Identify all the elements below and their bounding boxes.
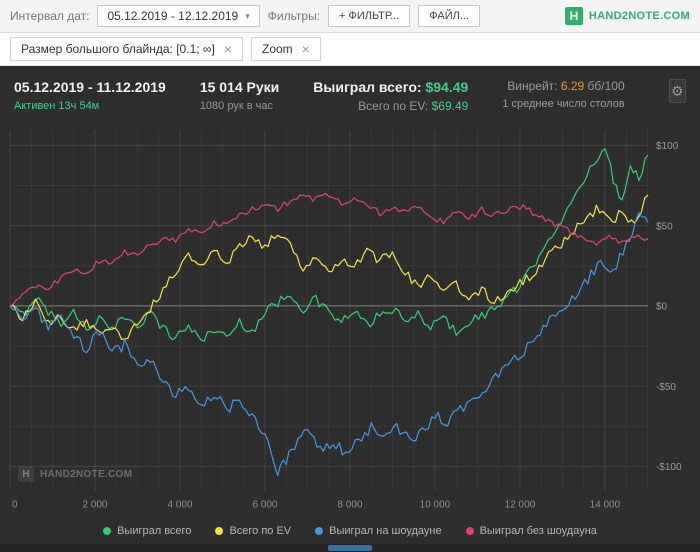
y-axis-tick-label: $50 xyxy=(656,221,673,232)
ev-total-label: Всего по EV: xyxy=(358,99,429,113)
hands-count: 15 014 Руки xyxy=(199,79,280,95)
results-panel: 05.12.2019 - 11.12.2019 Активен 13ч 54м … xyxy=(0,66,700,552)
ev-total-value: $69.49 xyxy=(431,99,469,113)
x-axis-tick-label: 8 000 xyxy=(337,499,362,510)
stat-winrate: Винрейт: 6.29 бб/100 1 среднее число сто… xyxy=(502,79,624,110)
avg-tables: 1 среднее число столов xyxy=(502,98,625,110)
ev-total-line: Всего по EV: $69.49 xyxy=(313,99,468,113)
stat-winnings: Выиграл всего: $94.49 Всего по EV: $69.4… xyxy=(313,79,468,113)
add-filter-button[interactable]: + ФИЛЬТР... xyxy=(328,5,411,27)
hand2note-app: Интервал дат: 05.12.2019 - 12.12.2019 ▾ … xyxy=(0,0,700,552)
stat-hands: 15 014 Руки 1080 рук в час xyxy=(200,79,279,112)
y-axis-tick-label: -$100 xyxy=(656,462,682,473)
chevron-down-icon: ▾ xyxy=(245,10,250,21)
horizontal-scrollbar[interactable] xyxy=(0,544,700,552)
date-interval-label: Интервал дат: xyxy=(10,9,90,23)
x-axis-tick-label: 12 000 xyxy=(505,499,536,510)
watermark-text: HAND2NOTE.COM xyxy=(40,468,133,480)
close-icon[interactable]: × xyxy=(224,42,232,56)
chart-legend: Выиграл всего Всего по EV Выиграл на шоуда… xyxy=(0,520,700,544)
winrate-line: Винрейт: 6.29 бб/100 xyxy=(502,79,624,93)
legend-label: Выиграл на шоудауне xyxy=(329,525,442,537)
winrate-units: бб/100 xyxy=(587,79,625,93)
filter-chip-label: Zoom xyxy=(261,42,293,56)
y-axis-tick-label: $100 xyxy=(656,141,678,152)
active-time: Активен 13ч 54м xyxy=(14,100,100,112)
x-axis-tick-label: 4 000 xyxy=(167,499,192,510)
scrollbar-thumb[interactable] xyxy=(328,545,372,551)
won-total-label: Выиграл всего: xyxy=(313,79,422,95)
chart-area: 0 2 000 4 000 6 000 8 000 10 000 12 000 14 000 $… xyxy=(8,123,692,520)
hand2note-watermark-logo-icon: H xyxy=(18,466,34,482)
legend-label: Выиграл без шоудауна xyxy=(479,525,597,537)
close-icon[interactable]: × xyxy=(302,42,310,56)
legend-label: Всего по EV xyxy=(229,525,292,537)
legend-item[interactable]: Выиграл на шоудауне xyxy=(315,525,442,537)
legend-dot-icon xyxy=(103,527,112,535)
date-range-select[interactable]: 05.12.2019 - 12.12.2019 ▾ xyxy=(97,5,260,27)
legend-dot-icon xyxy=(465,527,474,535)
filter-chip[interactable]: Размер большого блайнда: [0.1; ∞] × xyxy=(10,37,243,61)
legend-item[interactable]: Всего по EV xyxy=(215,525,291,537)
brand-text: HAND2NOTE.COM xyxy=(588,10,690,22)
y-axis-tick-label: -$50 xyxy=(656,382,676,393)
legend-item[interactable]: Выиграл всего xyxy=(103,525,191,537)
x-axis-tick-label: 6 000 xyxy=(252,499,277,510)
y-axis-tick-label: $0 xyxy=(656,301,667,312)
hand2note-logo-icon: H xyxy=(564,7,583,25)
file-button[interactable]: ФАЙЛ... xyxy=(418,5,481,27)
legend-dot-icon xyxy=(215,527,224,535)
period-range: 05.12.2019 - 11.12.2019 xyxy=(14,79,166,95)
chart-watermark: H HAND2NOTE.COM xyxy=(18,466,132,482)
winrate-value: 6.29 xyxy=(560,79,585,93)
won-total-line: Выиграл всего: $94.49 xyxy=(313,79,468,95)
winnings-chart[interactable]: 0 2 000 4 000 6 000 8 000 10 000 12 000 14 000 $… xyxy=(8,123,692,520)
filters-label: Фильтры: xyxy=(267,9,321,23)
filter-chip[interactable]: Zoom × xyxy=(250,37,321,61)
toolbar: Интервал дат: 05.12.2019 - 12.12.2019 ▾ … xyxy=(0,0,700,33)
filter-chips-row: Размер большого блайнда: [0.1; ∞] × Zoom × xyxy=(0,33,700,66)
legend-label: Выиграл всего xyxy=(117,525,192,537)
brand: H HAND2NOTE.COM xyxy=(564,7,690,25)
winrate-label: Винрейт: xyxy=(507,79,558,93)
hands-per-hour: 1080 рук в час xyxy=(199,100,273,112)
stats-header: 05.12.2019 - 11.12.2019 Активен 13ч 54м … xyxy=(0,66,700,121)
legend-dot-icon xyxy=(315,527,324,535)
gear-icon[interactable]: ⚙ xyxy=(668,79,686,103)
legend-item[interactable]: Выиграл без шоудауна xyxy=(465,525,597,537)
won-total-value: $94.49 xyxy=(425,79,469,95)
stat-period: 05.12.2019 - 11.12.2019 Активен 13ч 54м xyxy=(14,79,166,112)
date-range-value: 05.12.2019 - 12.12.2019 xyxy=(107,9,239,23)
x-axis-tick-label: 14 000 xyxy=(590,499,621,510)
x-axis-tick-label: 0 xyxy=(12,499,18,510)
filter-chip-label: Размер большого блайнда: [0.1; ∞] xyxy=(21,42,215,56)
x-axis-tick-label: 10 000 xyxy=(420,499,451,510)
x-axis-tick-label: 2 000 xyxy=(82,499,107,510)
